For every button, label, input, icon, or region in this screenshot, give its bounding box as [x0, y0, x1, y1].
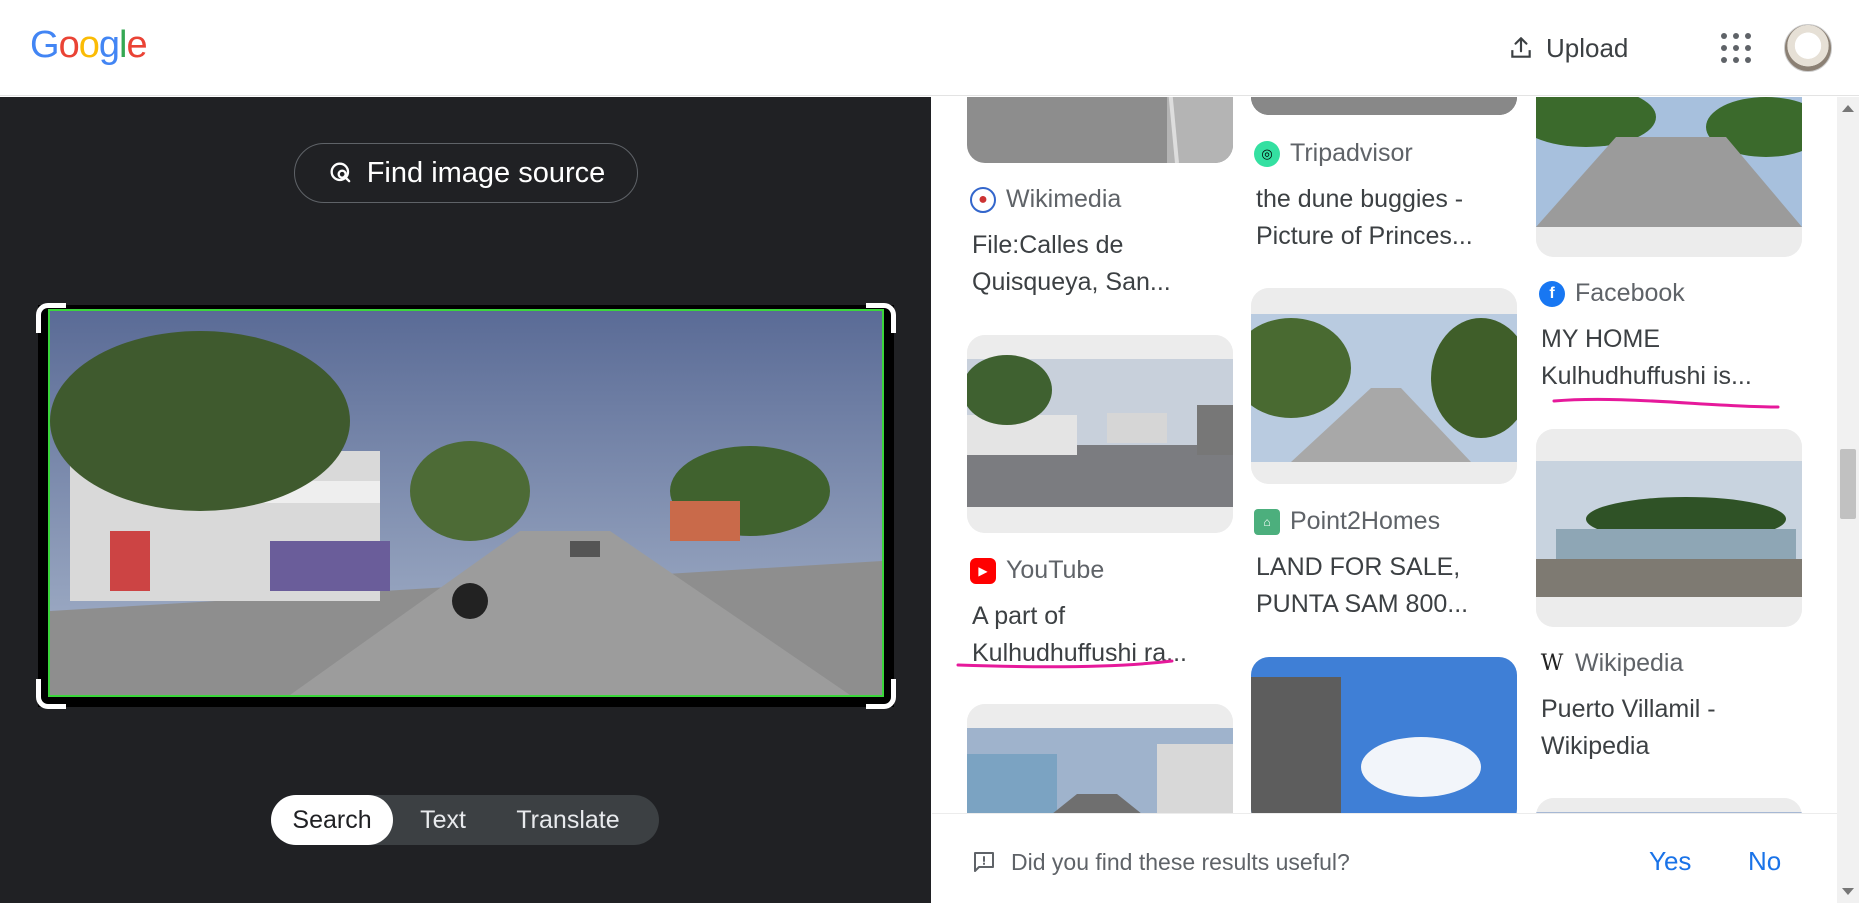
result-title[interactable]: the dune buggies - Picture of Princes... — [1256, 181, 1526, 255]
title-line: LAND FOR SALE, — [1256, 553, 1461, 581]
result-thumbnail[interactable] — [1536, 429, 1802, 627]
results-scrollbar[interactable] — [1837, 97, 1859, 903]
upload-button[interactable]: Upload — [1508, 26, 1628, 70]
header: Google Upload — [0, 0, 1859, 96]
uploaded-image — [48, 309, 884, 697]
scrollbar-thumb[interactable] — [1840, 449, 1856, 519]
title-line: File:Calles de — [972, 231, 1124, 259]
feedback-bar: Did you find these results useful? Yes N… — [932, 813, 1837, 903]
logo-letter: o — [78, 24, 100, 66]
title-line: A part of — [972, 602, 1066, 630]
feedback-yes-button[interactable]: Yes — [1649, 846, 1691, 877]
title-line: the dune buggies - — [1256, 185, 1464, 213]
title-line: Wikipedia — [1541, 732, 1650, 760]
result-source[interactable]: f Facebook — [1539, 279, 1685, 308]
image-panel: Find image source Search Text Translate — [0, 97, 931, 903]
find-image-source-button[interactable]: Find image source — [294, 143, 638, 203]
logo-letter: g — [98, 24, 120, 66]
tab-search[interactable]: Search — [271, 795, 393, 845]
tab-text[interactable]: Text — [393, 795, 493, 845]
title-line: MY HOME — [1541, 325, 1660, 353]
crop-handle-bottom-right[interactable] — [866, 679, 896, 709]
result-title[interactable]: MY HOME Kulhudhuffushi is... — [1541, 321, 1811, 395]
logo-letter: o — [58, 24, 80, 66]
result-title[interactable]: LAND FOR SALE, PUNTA SAM 800... — [1256, 549, 1526, 623]
result-title[interactable]: File:Calles de Quisqueya, San... — [972, 227, 1242, 301]
mode-tabs: Search Text Translate — [271, 795, 659, 845]
result-source-label: Facebook — [1575, 279, 1685, 307]
avatar[interactable] — [1784, 24, 1832, 72]
crop-handle-bottom-left[interactable] — [36, 679, 66, 709]
upload-label: Upload — [1546, 32, 1629, 63]
feedback-icon — [974, 852, 994, 872]
wikipedia-icon: W — [1540, 651, 1564, 676]
result-thumbnail[interactable] — [967, 335, 1233, 533]
result-source[interactable]: W Wikipedia — [1539, 649, 1684, 678]
apps-grid-icon[interactable] — [1721, 33, 1751, 63]
result-thumbnail[interactable] — [1536, 97, 1802, 257]
crop-handle-top-right[interactable] — [866, 303, 896, 333]
result-thumbnail[interactable] — [1251, 288, 1517, 484]
scroll-down-arrow-icon[interactable] — [1842, 888, 1854, 895]
youtube-icon: ▶ — [970, 557, 996, 584]
result-source-label: YouTube — [1006, 556, 1105, 584]
pink-underline-annotation — [1552, 397, 1780, 409]
upload-icon — [1511, 37, 1531, 58]
crop-area[interactable] — [36, 303, 896, 709]
feedback-no-button[interactable]: No — [1748, 846, 1781, 877]
title-line: Quisqueya, San... — [972, 268, 1171, 296]
scroll-up-arrow-icon[interactable] — [1842, 105, 1854, 112]
result-source-label: Wikipedia — [1575, 649, 1684, 677]
logo-letter: e — [126, 24, 147, 66]
wikimedia-icon: ● — [970, 186, 996, 213]
google-logo[interactable]: Google — [30, 24, 148, 67]
title-line: Picture of Princes... — [1256, 222, 1473, 250]
title-line: Puerto Villamil - — [1541, 695, 1716, 723]
feedback-question: Did you find these results useful? — [1011, 849, 1350, 875]
result-source[interactable]: ◎ Tripadvisor — [1254, 139, 1413, 168]
result-source-label: Wikimedia — [1006, 185, 1122, 213]
result-thumbnail[interactable] — [967, 97, 1233, 163]
facebook-icon: f — [1539, 280, 1565, 307]
title-line: Kulhudhuffushi is... — [1541, 362, 1752, 390]
result-title[interactable]: A part of Kulhudhuffushi ra... — [972, 598, 1242, 672]
point2homes-icon: ⌂ — [1254, 508, 1280, 535]
results-grid: ● Wikimedia File:Calles de Quisqueya, Sa… — [932, 97, 1837, 903]
result-title[interactable]: Puerto Villamil - Wikipedia — [1541, 691, 1811, 765]
result-source[interactable]: ▶ YouTube — [970, 556, 1104, 585]
result-source-label: Point2Homes — [1290, 507, 1441, 535]
result-source-label: Tripadvisor — [1290, 139, 1413, 167]
result-source[interactable]: ● Wikimedia — [970, 185, 1121, 214]
image-search-icon — [330, 162, 351, 183]
tripadvisor-icon: ◎ — [1254, 140, 1280, 167]
title-line: PUNTA SAM 800... — [1256, 590, 1469, 618]
logo-letter: l — [118, 24, 128, 66]
title-line: Kulhudhuffushi ra... — [972, 639, 1187, 667]
result-thumbnail[interactable] — [1251, 97, 1517, 115]
find-source-label: Find image source — [366, 156, 606, 189]
logo-letter: G — [30, 24, 60, 66]
result-source[interactable]: ⌂ Point2Homes — [1254, 507, 1440, 536]
crop-handle-top-left[interactable] — [36, 303, 66, 333]
result-thumbnail[interactable] — [1251, 657, 1517, 827]
tab-translate[interactable]: Translate — [493, 795, 643, 845]
